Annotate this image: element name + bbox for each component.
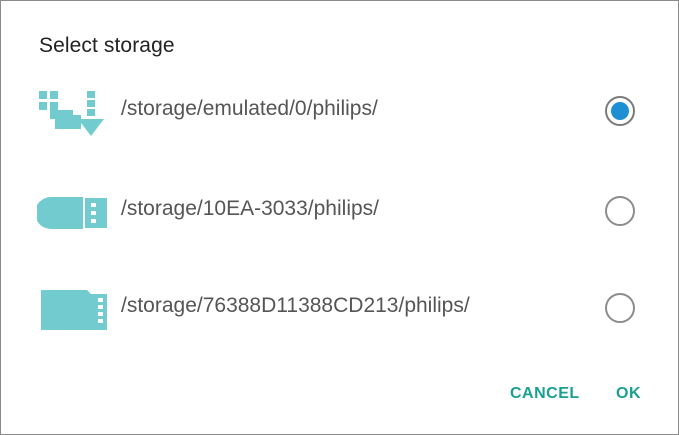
- storage-option-usb[interactable]: /storage/10EA-3033/philips/: [1, 176, 678, 246]
- storage-option-internal[interactable]: /storage/emulated/0/philips/: [1, 76, 678, 146]
- radio-button[interactable]: [605, 293, 635, 323]
- internal-storage-icon: [39, 91, 104, 136]
- radio-button-selected[interactable]: [605, 96, 635, 126]
- usb-drive-icon: [37, 197, 107, 229]
- select-storage-dialog: Select storage /storage/emulated/0/phili…: [0, 0, 679, 435]
- storage-path-label: /storage/10EA-3033/philips/: [121, 197, 379, 220]
- sd-card-icon: [41, 290, 107, 330]
- storage-path-label: /storage/76388D11388CD213/philips/: [121, 294, 470, 317]
- ok-button[interactable]: OK: [616, 385, 641, 403]
- cancel-button[interactable]: CANCEL: [510, 385, 580, 403]
- storage-option-sdcard[interactable]: /storage/76388D11388CD213/philips/: [1, 273, 678, 343]
- storage-path-label: /storage/emulated/0/philips/: [121, 97, 378, 120]
- dialog-title: Select storage: [39, 34, 175, 57]
- radio-selected-dot: [611, 102, 629, 120]
- radio-button[interactable]: [605, 196, 635, 226]
